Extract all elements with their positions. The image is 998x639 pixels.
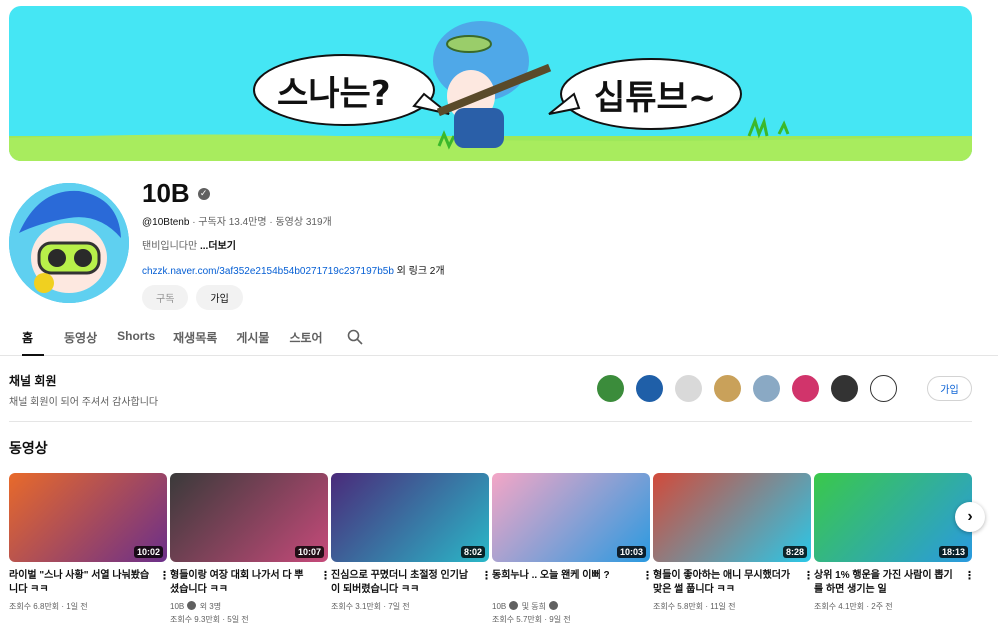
video-title[interactable]: 진심으로 꾸몄더니 초절정 인기남이 되버렸습니다 ㅋㅋ bbox=[331, 569, 473, 597]
more-link[interactable]: ...더보기 bbox=[200, 241, 236, 252]
video-duration: 10:07 bbox=[294, 546, 324, 558]
video-meta: 조회수 5.8만회 · 11일 전 bbox=[653, 602, 736, 611]
video-card[interactable]: 10:07 형들이랑 여장 대회 나가서 다 뿌셨습니다 ㅋㅋ ⋮ 10B 외 … bbox=[170, 473, 331, 626]
member-avatar[interactable] bbox=[597, 375, 624, 402]
member-avatar[interactable] bbox=[792, 375, 819, 402]
video-card[interactable]: 10:03 동희누나 .. 오늘 왠케 이뻐 ? ⋮ 10B 및 동희 조회수 … bbox=[492, 473, 653, 626]
video-channel-name[interactable]: 10B bbox=[170, 602, 184, 611]
members-section: 채널 회원 채널 회원이 되어 주셔서 감사합니다 bbox=[9, 372, 158, 408]
member-avatar-list bbox=[597, 375, 897, 402]
members-title: 채널 회원 bbox=[9, 374, 57, 388]
member-avatar[interactable] bbox=[714, 375, 741, 402]
video-duration: 10:03 bbox=[616, 546, 646, 558]
verified-icon bbox=[549, 601, 559, 610]
video-duration: 18:13 bbox=[938, 546, 968, 558]
channel-banner: 스나는? 십튜브~ bbox=[9, 6, 972, 161]
video-thumbnail[interactable]: 10:02 bbox=[9, 473, 167, 562]
members-subtitle: 채널 회원이 되어 주셔서 감사합니다 bbox=[9, 397, 159, 408]
banner-left-bubble-text: 스나는? bbox=[277, 74, 391, 114]
video-thumbnail[interactable]: 8:02 bbox=[331, 473, 489, 562]
video-channel[interactable]: 10B 외 3명 bbox=[170, 600, 328, 613]
video-thumbnail[interactable]: 10:07 bbox=[170, 473, 328, 562]
more-options-icon[interactable]: ⋮ bbox=[642, 569, 653, 597]
video-duration: 8:02 bbox=[460, 546, 485, 558]
verified-icon bbox=[509, 601, 519, 610]
channel-stats: · 구독자 13.4만명 · 동영상 319개 bbox=[192, 217, 332, 228]
channel-name: 10B ✓ bbox=[142, 178, 210, 209]
tab-store[interactable]: 스토어 bbox=[289, 322, 322, 356]
channel-handle: @10Btenb bbox=[142, 217, 190, 228]
member-avatar[interactable] bbox=[675, 375, 702, 402]
video-title[interactable]: 형들이랑 여장 대회 나가서 다 뿌셨습니다 ㅋㅋ bbox=[170, 569, 312, 597]
video-title[interactable]: 형들이 좋아하는 애니 무시했더가 맞은 썰 풉니다 ㅋㅋ bbox=[653, 569, 795, 597]
channel-name-text: 10B bbox=[142, 178, 190, 208]
more-options-icon[interactable]: ⋮ bbox=[320, 569, 331, 597]
avatar-art bbox=[9, 183, 129, 303]
channel-link[interactable]: chzzk.naver.com/3af352e2154b54b0271719c2… bbox=[142, 266, 394, 277]
banner-right-bubble-text: 십튜브~ bbox=[594, 78, 717, 118]
member-avatar[interactable] bbox=[870, 375, 897, 402]
video-channel[interactable]: 10B 및 동희 bbox=[492, 600, 650, 613]
tab-videos[interactable]: 동영상 bbox=[64, 322, 97, 356]
more-options-icon[interactable]: ⋮ bbox=[803, 569, 814, 597]
channel-actions: 구독 가입 bbox=[142, 285, 243, 310]
tab-home[interactable]: 홈 bbox=[22, 322, 44, 356]
video-card[interactable]: 8:02 진심으로 꾸몄더니 초절정 인기남이 되버렸습니다 ㅋㅋ ⋮ 조회수 … bbox=[331, 473, 492, 626]
video-duration: 8:28 bbox=[782, 546, 807, 558]
section-divider bbox=[9, 421, 972, 422]
video-card[interactable]: 10:02 라이벌 "스나 사황" 서열 나눠봤습니다 ㅋㅋ ⋮ 조회수 6.8… bbox=[9, 473, 170, 626]
video-channel-name[interactable]: 10B bbox=[492, 602, 506, 611]
video-title[interactable]: 동희누나 .. 오늘 왠케 이뻐 ? bbox=[492, 569, 634, 597]
video-meta: 조회수 6.8만회 · 1일 전 bbox=[9, 602, 88, 611]
tab-shorts[interactable]: Shorts bbox=[117, 322, 155, 356]
channel-avatar[interactable] bbox=[9, 183, 129, 303]
search-icon[interactable] bbox=[347, 329, 363, 345]
video-shelf: 10:02 라이벌 "스나 사황" 서열 나눠봤습니다 ㅋㅋ ⋮ 조회수 6.8… bbox=[9, 473, 975, 626]
tab-posts[interactable]: 게시물 bbox=[236, 322, 269, 356]
description-text: 탠비입니다만 bbox=[142, 241, 200, 252]
join-button[interactable]: 가입 bbox=[196, 285, 243, 310]
video-meta: 조회수 4.1만회 · 2주 전 bbox=[814, 602, 893, 611]
chevron-right-icon[interactable]: › bbox=[955, 502, 985, 532]
video-channel-extra[interactable]: 및 동희 bbox=[522, 602, 546, 611]
more-options-icon[interactable]: ⋮ bbox=[964, 569, 975, 597]
channel-meta: @10Btenb · 구독자 13.4만명 · 동영상 319개 bbox=[142, 213, 332, 228]
member-avatar[interactable] bbox=[831, 375, 858, 402]
channel-description[interactable]: 탠비입니다만 ...더보기 bbox=[142, 237, 236, 252]
subscribe-button[interactable]: 구독 bbox=[142, 285, 189, 310]
video-title[interactable]: 라이벌 "스나 사황" 서열 나눠봤습니다 ㅋㅋ bbox=[9, 569, 151, 597]
verified-icon bbox=[187, 601, 197, 610]
member-avatar[interactable] bbox=[636, 375, 663, 402]
channel-tabs: 홈 동영상 Shorts 재생목록 게시물 스토어 bbox=[0, 322, 998, 356]
video-thumbnail[interactable]: 10:03 bbox=[492, 473, 650, 562]
video-thumbnail[interactable]: 18:13 bbox=[814, 473, 972, 562]
banner-art bbox=[9, 21, 972, 161]
video-card[interactable]: 8:28 형들이 좋아하는 애니 무시했더가 맞은 썰 풉니다 ㅋㅋ ⋮ 조회수… bbox=[653, 473, 814, 626]
member-avatar[interactable] bbox=[753, 375, 780, 402]
verified-icon: ✓ bbox=[197, 187, 210, 200]
channel-links: chzzk.naver.com/3af352e2154b54b0271719c2… bbox=[142, 262, 445, 277]
more-options-icon[interactable]: ⋮ bbox=[159, 569, 170, 597]
video-duration: 10:02 bbox=[133, 546, 163, 558]
link-suffix[interactable]: 외 링크 2개 bbox=[394, 266, 445, 277]
video-thumbnail[interactable]: 8:28 bbox=[653, 473, 811, 562]
videos-section-title[interactable]: 동영상 bbox=[9, 438, 48, 458]
members-join-button[interactable]: 가입 bbox=[927, 376, 972, 401]
video-card[interactable]: 18:13 상위 1% 행운을 가진 사람이 뽑기를 하면 생기는 일 ⋮ 조회… bbox=[814, 473, 975, 626]
video-meta: 조회수 9.3만회 · 5일 전 bbox=[170, 615, 249, 624]
video-meta: 조회수 3.1만회 · 7일 전 bbox=[331, 602, 410, 611]
video-meta: 조회수 5.7만회 · 9일 전 bbox=[492, 615, 571, 624]
more-options-icon[interactable]: ⋮ bbox=[481, 569, 492, 597]
video-channel-extra[interactable]: 외 3명 bbox=[200, 602, 221, 611]
video-title[interactable]: 상위 1% 행운을 가진 사람이 뽑기를 하면 생기는 일 bbox=[814, 569, 956, 597]
tab-playlists[interactable]: 재생목록 bbox=[173, 322, 217, 356]
